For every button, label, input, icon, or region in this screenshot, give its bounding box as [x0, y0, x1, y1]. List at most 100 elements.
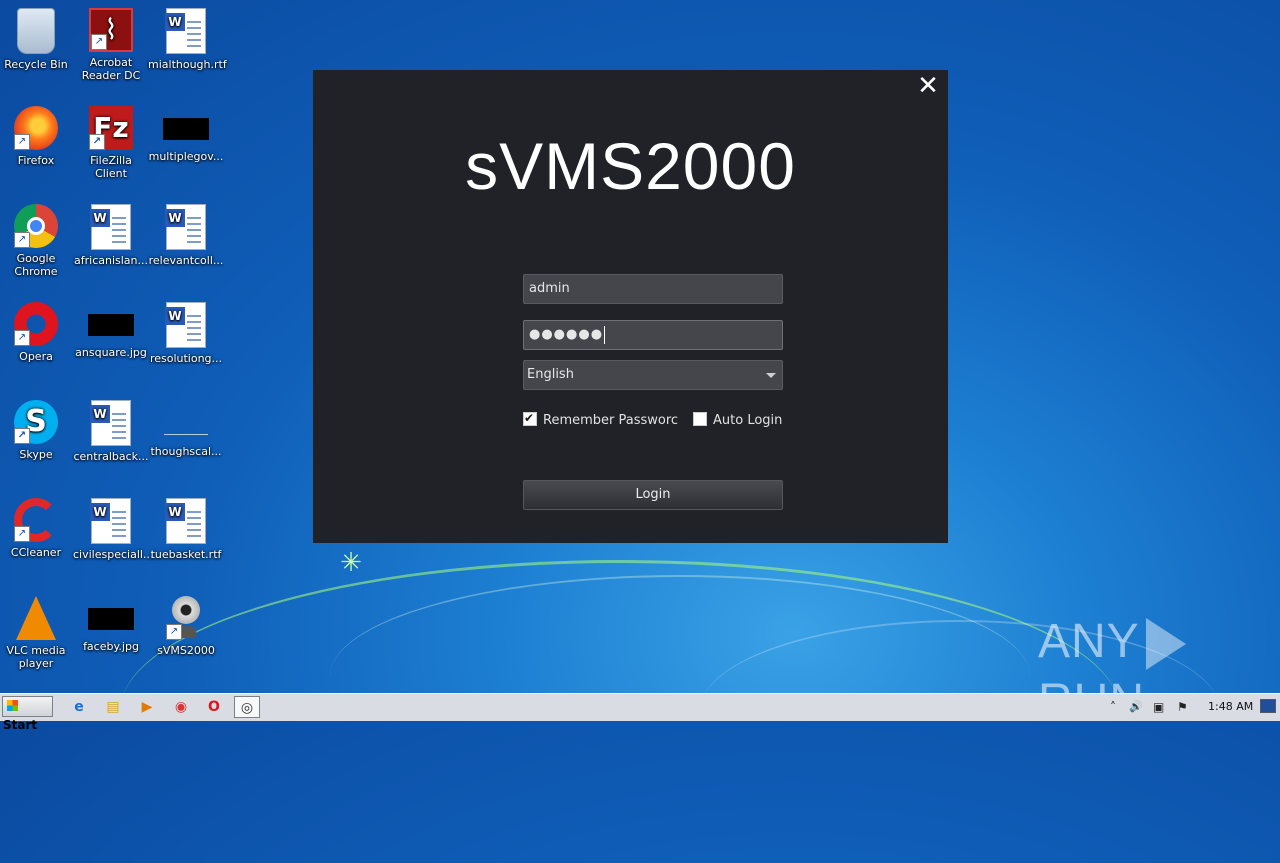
wallpaper-streak	[330, 575, 1030, 777]
desktop-icon-acrobat[interactable]: ⌇ ↗ Acrobat Reader DC	[73, 2, 149, 82]
watermark-left: ANY	[1038, 615, 1140, 668]
username-value: admin	[529, 281, 570, 296]
desktop-icon-label: relevantcoll...	[148, 254, 224, 267]
blank-file-icon	[164, 412, 208, 435]
start-label: Start	[3, 718, 38, 732]
windows-logo-icon	[7, 700, 18, 711]
system-tray: ˄ 🔊 ▣ ⚑	[1105, 694, 1280, 721]
taskbar: Start e ▤ ▶ ◉ O ◎ ˄ 🔊 ▣ ⚑ 1:48 AM	[0, 693, 1280, 732]
desktop-icon-label: multiplegov...	[148, 150, 224, 163]
shortcut-arrow-icon: ↗	[14, 526, 30, 542]
desktop-icon-label: sVMS2000	[157, 644, 215, 657]
shortcut-arrow-icon: ↗	[91, 34, 107, 50]
acrobat-icon: ⌇ ↗	[89, 8, 133, 52]
desktop-icon-centralback[interactable]: W centralback...	[73, 394, 149, 463]
language-select[interactable]: English	[523, 360, 783, 390]
remember-password-checkbox[interactable]: Remember Passworc	[523, 411, 679, 428]
action-center-flag-icon[interactable]: ⚑	[1177, 698, 1188, 716]
opera-icon: ↗	[14, 302, 58, 346]
taskbar-clock[interactable]: 1:48 AM	[1208, 698, 1253, 716]
shortcut-arrow-icon: ↗	[14, 134, 30, 150]
recycle-bin-icon	[17, 8, 55, 54]
password-mask: ●●●●●●	[529, 327, 604, 342]
desktop-icon-faceby[interactable]: faceby.jpg	[73, 590, 149, 653]
desktop-icon-chrome[interactable]: ↗ Google Chrome	[0, 198, 74, 278]
image-file-icon	[163, 118, 209, 140]
network-icon[interactable]: ▣	[1153, 698, 1164, 716]
word-document-icon: W	[165, 302, 206, 348]
word-document-icon: W	[90, 204, 131, 250]
opera-icon[interactable]: O	[201, 696, 227, 718]
wallpaper-sparkle: ✳	[340, 548, 362, 578]
desktop-icon-opera[interactable]: ↗ Opera	[0, 296, 74, 363]
desktop-icon-multiplegov[interactable]: multiplegov...	[148, 100, 224, 163]
shortcut-arrow-icon: ↗	[14, 428, 30, 444]
desktop-icon-label: Google Chrome	[14, 252, 58, 278]
image-file-icon	[88, 314, 134, 336]
desktop-icon-label: Skype	[19, 448, 53, 461]
password-field[interactable]: ●●●●●●	[523, 320, 783, 350]
desktop-icon-label: thoughscal...	[150, 445, 222, 458]
login-dialog: ✕ sVMS2000 admin ●●●●●● English Remember…	[313, 70, 948, 543]
desktop-icon-tuebasket[interactable]: W tuebasket.rtf	[148, 492, 224, 561]
remember-password-label: Remember Passworc	[543, 413, 679, 428]
desktop-icon-label: faceby.jpg	[83, 640, 139, 653]
word-document-icon: W	[90, 498, 131, 544]
desktop-icon-africanislan[interactable]: W africanislan...	[73, 198, 149, 267]
desktop-icon-label: Acrobat Reader DC	[81, 56, 141, 82]
desktop-icon-label: resolutiong...	[149, 352, 223, 365]
desktop-icon-label: africanislan...	[74, 254, 148, 267]
login-button[interactable]: Login	[523, 480, 783, 510]
desktop-icon-label: centralback...	[73, 450, 149, 463]
desktop-icon-recycle-bin[interactable]: Recycle Bin	[0, 2, 74, 71]
desktop-icon-ccleaner[interactable]: ↗ CCleaner	[0, 492, 74, 559]
desktop-icon-label: tuebasket.rtf	[150, 548, 222, 561]
shortcut-arrow-icon: ↗	[14, 330, 30, 346]
desktop-icon-thoughscal[interactable]: thoughscal...	[148, 394, 224, 458]
desktop-icon-svms2000[interactable]: ↗ sVMS2000	[148, 590, 224, 657]
desktop-icon-label: Recycle Bin	[4, 58, 68, 71]
username-field[interactable]: admin	[523, 274, 783, 304]
desktop-icon-mialthough[interactable]: W mialthough.rtf	[148, 2, 227, 71]
file-explorer-icon[interactable]: ▤	[100, 696, 126, 718]
desktop-icon-label: ansquare.jpg	[75, 346, 147, 359]
shortcut-arrow-icon: ↗	[166, 624, 182, 640]
desktop-icon-skype[interactable]: S ↗ Skype	[0, 394, 74, 461]
desktop-icon-filezilla[interactable]: Fz ↗ FileZilla Client	[73, 100, 149, 180]
shortcut-arrow-icon: ↗	[14, 232, 30, 248]
volume-icon[interactable]: 🔊	[1129, 698, 1143, 716]
desktop-icon-label: CCleaner	[10, 546, 62, 559]
chevron-down-icon	[766, 373, 776, 378]
checkbox-unchecked-icon	[693, 412, 707, 426]
text-caret	[604, 325, 606, 344]
word-document-icon: W	[165, 204, 206, 250]
auto-login-checkbox[interactable]: Auto Login	[693, 412, 782, 428]
desktop-icon-firefox[interactable]: ↗ Firefox	[0, 100, 74, 167]
desktop-icon-label: Opera	[19, 350, 53, 363]
word-document-icon: W	[90, 400, 131, 446]
chrome-icon[interactable]: ◉	[168, 696, 194, 718]
skype-icon: S ↗	[14, 400, 58, 444]
show-desktop-button[interactable]	[1260, 699, 1276, 713]
desktop-icon-vlc[interactable]: VLC media player	[0, 590, 74, 670]
shortcut-arrow-icon: ↗	[89, 134, 105, 150]
desktop-icon-resolutiong[interactable]: W resolutiong...	[148, 296, 224, 365]
internet-explorer-icon[interactable]: e	[66, 696, 92, 718]
svms2000-icon[interactable]: ◎	[234, 696, 260, 718]
auto-login-label: Auto Login	[713, 413, 783, 428]
start-button[interactable]: Start	[2, 696, 53, 732]
play-logo-icon	[1145, 618, 1186, 671]
chevron-up-icon[interactable]: ˄	[1110, 698, 1116, 716]
app-title: sVMS2000	[465, 129, 796, 203]
desktop-icon-ansquare[interactable]: ansquare.jpg	[73, 296, 149, 359]
desktop-icon-label: VLC media player	[6, 644, 66, 670]
close-icon[interactable]: ✕	[916, 73, 940, 99]
checkbox-checked-icon	[523, 411, 537, 426]
desktop-icon-relevantcoll[interactable]: W relevantcoll...	[148, 198, 224, 267]
desktop-icon-label: Firefox	[17, 154, 55, 167]
desktop-icon-label: civilespeciall...	[73, 548, 154, 561]
image-file-icon	[88, 608, 134, 630]
media-player-icon[interactable]: ▶	[134, 696, 160, 718]
ccleaner-icon: ↗	[14, 498, 58, 542]
desktop-icon-civilespeciall[interactable]: W civilespeciall...	[73, 492, 154, 561]
